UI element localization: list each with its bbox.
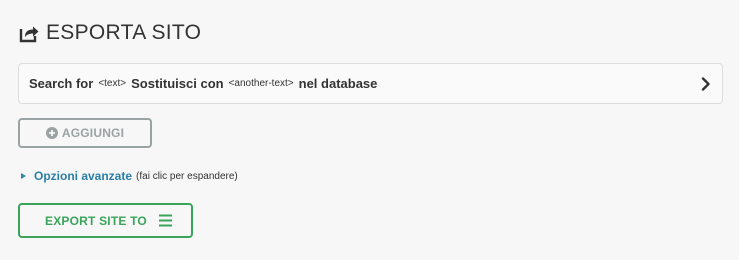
export-button-label: EXPORT SITE TO [45,213,147,228]
search-label: Search for [29,76,94,91]
chevron-right-icon[interactable] [700,76,712,92]
add-button-label: AGGIUNGI [61,126,125,140]
plus-circle-icon [45,127,58,139]
export-site-button[interactable]: EXPORT SITE TO [18,203,193,238]
replace-label: Sostituisci con [131,76,224,91]
search-placeholder: <text> [98,78,127,89]
advanced-options-link[interactable]: Opzioni avanzate [34,169,132,183]
page-header: ESPORTA SITO [18,20,201,46]
database-label: nel database [298,76,378,91]
add-button[interactable]: AGGIUNGI [18,118,152,148]
hamburger-menu-icon [159,214,172,227]
expand-triangle-icon [21,173,26,179]
share-export-icon [18,22,40,44]
replace-placeholder: <another-text> [228,78,294,89]
export-site-panel: ESPORTA SITO Search for <text> Sostituis… [0,0,739,260]
advanced-options-hint: (fai clic per espandere) [136,170,238,182]
page-title: ESPORTA SITO [46,21,202,44]
advanced-options-toggle[interactable]: Opzioni avanzate (fai clic per espandere… [21,168,238,184]
search-replace-row[interactable]: Search for <text> Sostituisci con <anoth… [18,63,723,104]
